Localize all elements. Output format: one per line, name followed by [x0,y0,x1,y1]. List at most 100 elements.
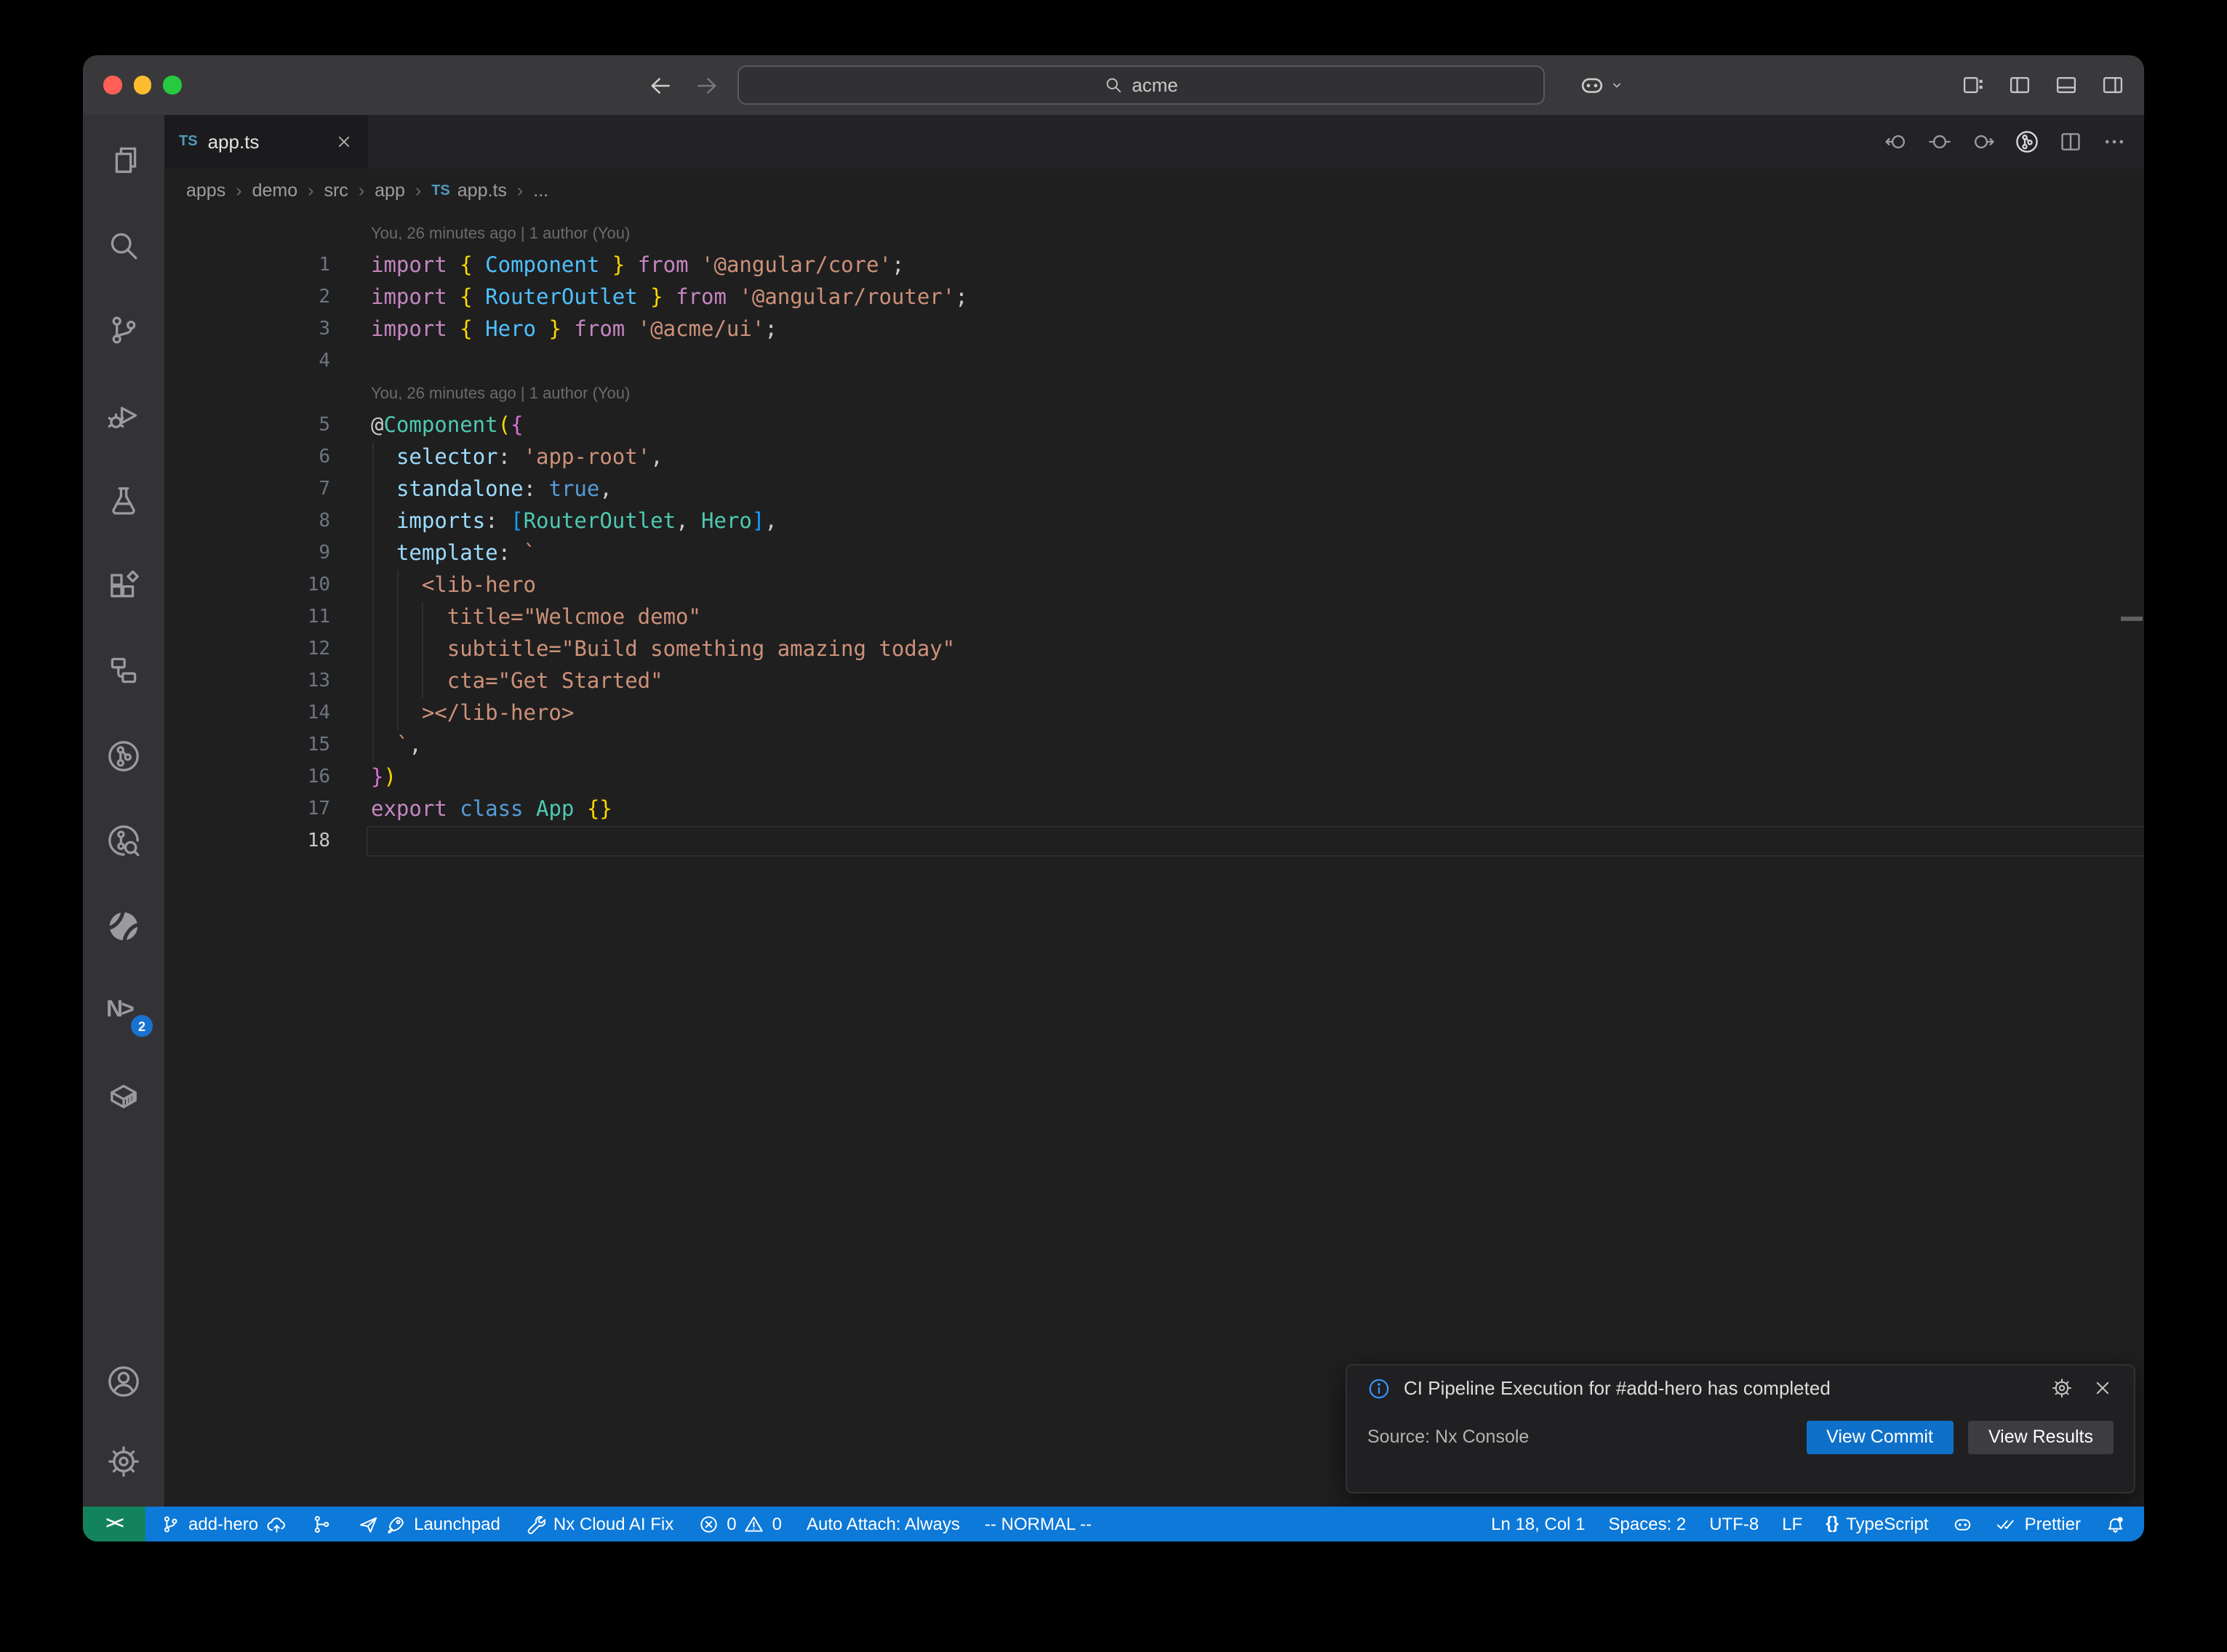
breadcrumb-item-demo[interactable]: demo [252,180,298,201]
close-button[interactable] [103,76,121,94]
status-eol[interactable]: LF [1782,1514,1802,1534]
code-line-2[interactable]: 2 import { RouterOutlet } from '@angular/… [164,281,2144,313]
view-commit-button[interactable]: View Commit [1806,1420,1954,1453]
status-source-control-graph[interactable] [311,1514,332,1535]
toggle-panel-icon[interactable] [2054,73,2079,97]
breadcrumb-item-app-ts[interactable]: TSapp.ts [431,180,507,201]
code-line-5[interactable]: 5@Component({ [164,409,2144,441]
code-content: import { RouterOutlet } from '@angular/r… [371,281,968,313]
nx-logo-icon: N> [106,998,132,1022]
code-line-17[interactable]: 17export class App {} [164,793,2144,825]
code-line-6[interactable]: 6 selector: 'app-root', [164,441,2144,473]
code-editor[interactable]: You, 26 minutes ago | 1 author (You)1imp… [164,212,2144,1507]
line-number: 5 [164,409,330,441]
code-line-3[interactable]: 3import { Hero } from '@acme/ui'; [164,313,2144,345]
status-vim-mode[interactable]: -- NORMAL -- [985,1514,1092,1534]
explorer-icon [106,143,141,177]
go-forward-icon[interactable] [1971,129,1996,154]
commit-graph-icon [106,823,141,858]
code-content: import { Component } from '@angular/core… [371,249,904,281]
code-line-11[interactable]: 11 title="Welcmoe demo" [164,601,2144,633]
line-number: 2 [164,281,330,313]
tab-app-ts[interactable]: TS app.ts [164,115,368,169]
minimize-button[interactable] [133,76,151,94]
status-auto-attach[interactable]: Auto Attach: Always [807,1514,960,1534]
back-button[interactable] [647,72,673,98]
close-tab-icon[interactable] [335,132,353,151]
go-back-icon[interactable] [1884,129,1908,154]
breadcrumb-separator: › [308,180,313,201]
code-line-7[interactable]: 7 standalone: true, [164,473,2144,505]
notification-close-icon[interactable] [2092,1377,2114,1399]
chevron-down-icon [1609,76,1625,92]
breadcrumb-item-apps[interactable]: apps [186,180,225,201]
customize-layout-icon[interactable] [1961,73,1986,97]
code-line-14[interactable]: 14 ></lib-hero> [164,697,2144,729]
remote-indicator[interactable]: >< [83,1507,145,1541]
activity-item-containers[interactable] [106,1078,141,1113]
gitlens-graph-icon[interactable] [2015,129,2039,154]
status-prettier[interactable]: Prettier [1996,1514,2081,1535]
breadcrumb-separator: › [517,180,523,201]
line-number: 16 [164,761,330,793]
notification-settings-gear-icon[interactable] [2051,1377,2073,1399]
activity-item-commit-graph[interactable] [106,823,141,858]
code-line-9[interactable]: 9 template: ` [164,537,2144,569]
status-indentation[interactable]: Spaces: 2 [1609,1514,1687,1534]
more-actions-icon[interactable] [2102,129,2127,154]
activity-item-settings[interactable] [106,1444,141,1479]
activity-item-nx-console[interactable]: N>2 [106,993,141,1028]
split-editor-icon[interactable] [2058,129,2083,154]
activity-item-references[interactable] [106,653,141,688]
status-notifications[interactable] [2104,1514,2125,1535]
zoom-button[interactable] [163,76,181,94]
search-input[interactable]: acme [737,65,1545,104]
code-line-13[interactable]: 13 cta="Get Started" [164,665,2144,697]
status-problems[interactable]: 00 [698,1514,782,1535]
code-content: subtitle="Build something amazing today" [371,633,955,665]
code-line-1[interactable]: 1import { Component } from '@angular/cor… [164,249,2144,281]
status-language-mode[interactable]: {}TypeScript [1826,1514,1928,1534]
breadcrumb-item-src[interactable]: src [324,180,348,201]
code-line-12[interactable]: 12 subtitle="Build something amazing tod… [164,633,2144,665]
edge-devtools-icon [106,908,141,943]
toggle-secondary-sidebar-icon[interactable] [2100,73,2125,97]
toggle-primary-sidebar-icon[interactable] [2007,73,2032,97]
forward-button[interactable] [694,72,720,98]
activity-bar: N>2 [83,115,164,1507]
view-results-button[interactable]: View Results [1968,1420,2114,1453]
code-line-15[interactable]: 15 `, [164,729,2144,761]
status-encoding[interactable]: UTF-8 [1709,1514,1759,1534]
status-gitlens-launchpad[interactable]: Launchpad [357,1514,500,1535]
line-number: 3 [164,313,330,345]
copilot-menu-button[interactable] [1578,71,1625,98]
activity-item-extensions[interactable] [106,568,141,603]
code-line-18[interactable]: 18 [164,825,2144,857]
toggle-annotation-icon[interactable] [1927,129,1952,154]
activity-item-gitlens[interactable] [106,738,141,773]
breadcrumb: apps›demo›src›app›TSapp.ts›... [164,169,2144,212]
code-content: <lib-hero [371,569,536,601]
breadcrumb-separator: › [236,180,241,201]
settings-icon [106,1444,141,1479]
activity-item-source-control[interactable] [106,313,141,348]
activity-item-testing[interactable] [106,483,141,518]
status-cursor-position[interactable]: Ln 18, Col 1 [1491,1514,1585,1534]
breadcrumb-item--[interactable]: ... [533,180,548,201]
status-nx-cloud-ai-fix[interactable]: Nx Cloud AI Fix [525,1514,673,1535]
code-line-10[interactable]: 10 <lib-hero [164,569,2144,601]
activity-item-run-debug[interactable] [106,398,141,433]
line-number: 8 [164,505,330,537]
activity-item-explorer[interactable] [106,143,141,177]
code-line-16[interactable]: 16}) [164,761,2144,793]
overview-ruler-mark [2121,617,2143,621]
code-line-4[interactable]: 4 [164,345,2144,377]
status-copilot-status[interactable] [1952,1514,1973,1535]
problems-error-icon [698,1514,719,1535]
status-git-branch[interactable]: add-hero [160,1514,287,1535]
activity-item-edge-devtools[interactable] [106,908,141,943]
activity-item-accounts[interactable] [106,1364,141,1399]
activity-item-search[interactable] [106,228,141,262]
breadcrumb-item-app[interactable]: app [375,180,405,201]
code-line-8[interactable]: 8 imports: [RouterOutlet, Hero], [164,505,2144,537]
